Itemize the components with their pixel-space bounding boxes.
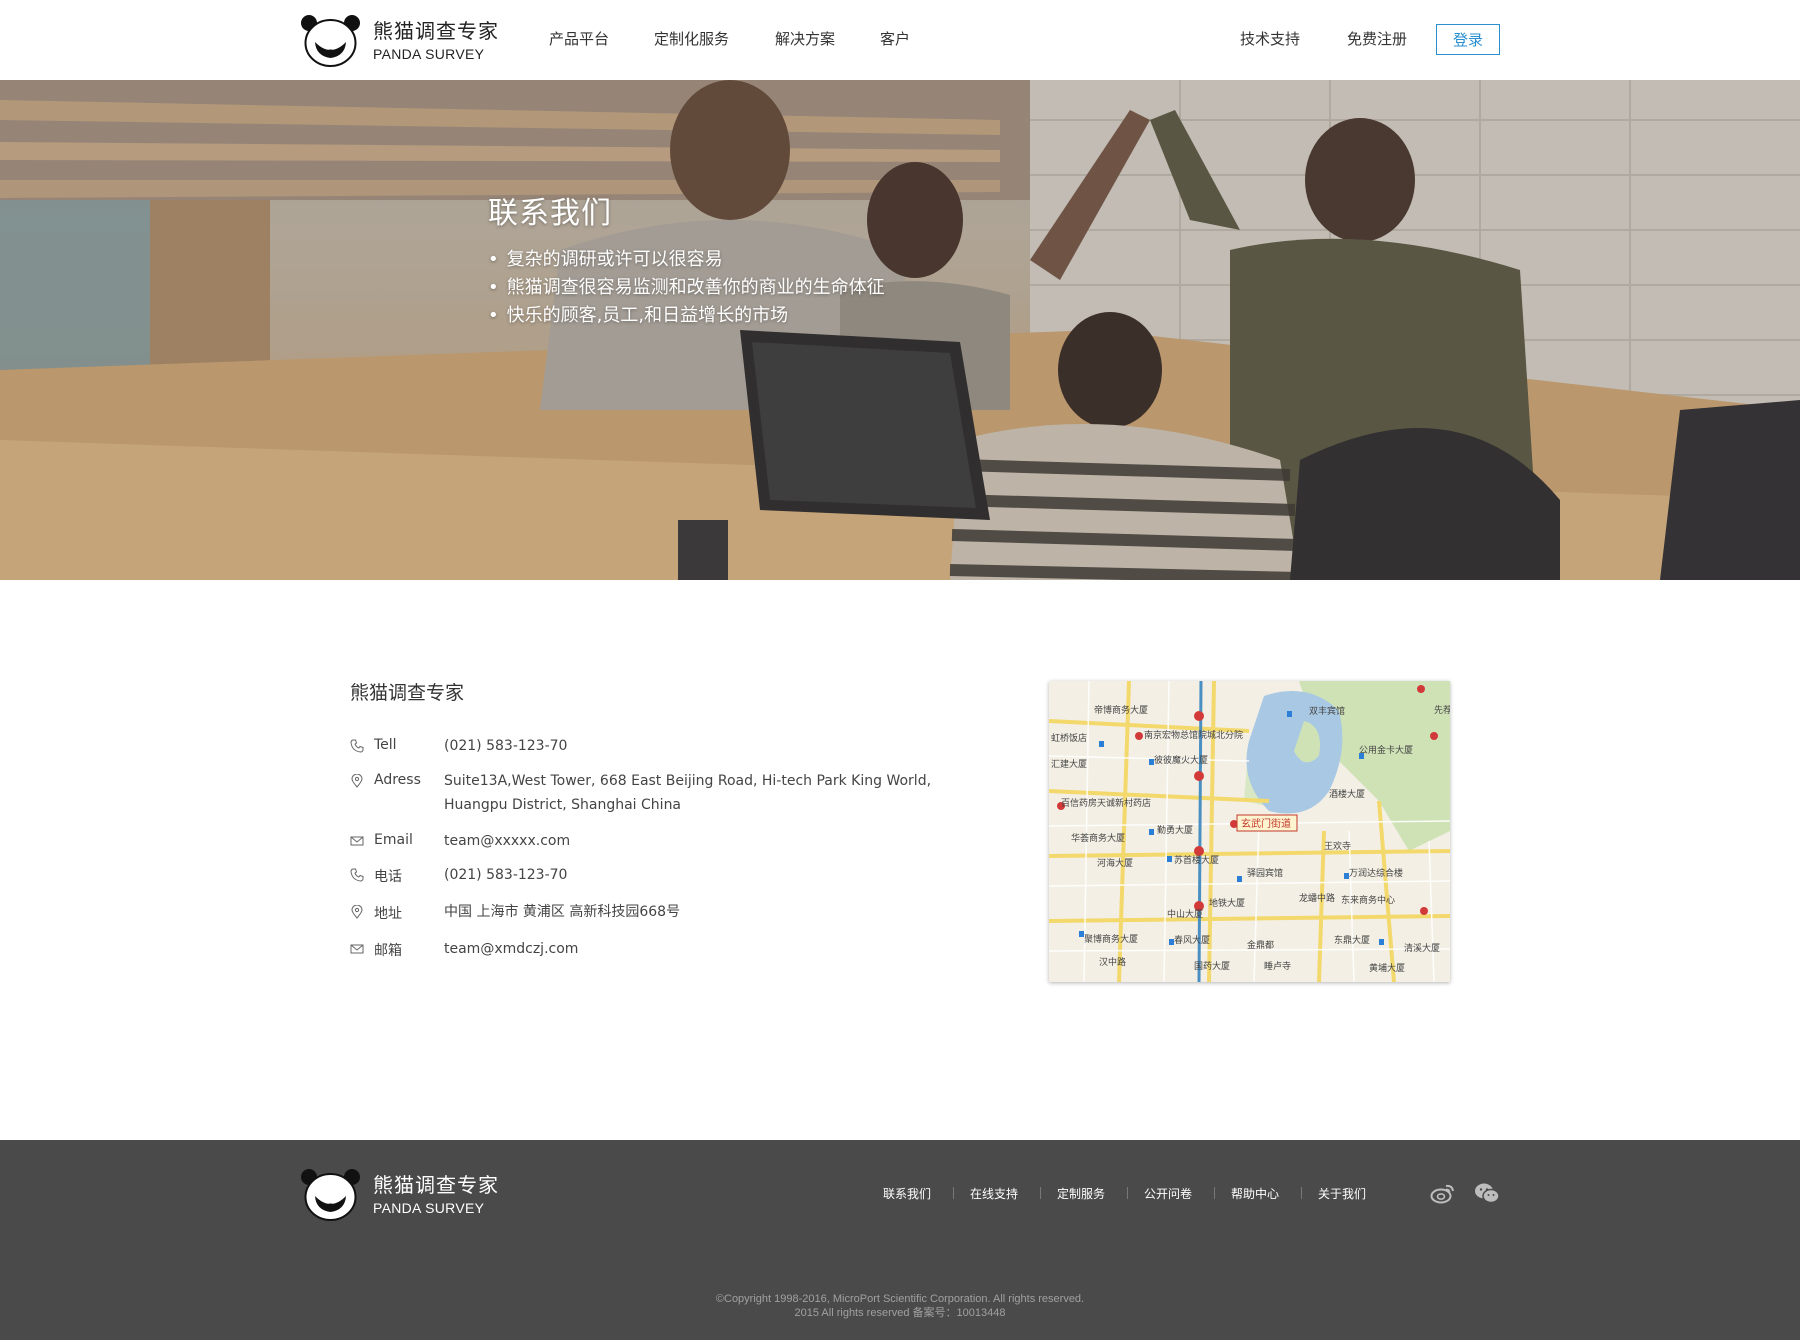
map-label: 酒楼大厦	[1329, 788, 1365, 800]
footer-brand-name-en: PANDA SURVEY	[373, 1200, 485, 1216]
contact-value: (021) 583-123-70	[444, 738, 568, 754]
brand-name-en: PANDA SURVEY	[373, 46, 485, 62]
mail-icon	[350, 944, 364, 954]
location-pin-icon	[351, 905, 363, 919]
map-label: 驿园宾馆	[1247, 867, 1283, 879]
contact-value: team@xxxxx.com	[444, 833, 571, 849]
map-label: 苏首楼大厦	[1174, 854, 1219, 866]
hero-background-image	[0, 80, 1800, 580]
hero-bullet: 快乐的顾客,员工,和日益增长的市场	[488, 302, 885, 330]
map-label: 清溪大厦	[1404, 942, 1440, 954]
address-line-1: Suite13A,West Tower, 668 East Beijing Ro…	[444, 773, 932, 789]
map-label: 河海大厦	[1097, 857, 1133, 869]
contact-label: Email	[374, 832, 413, 848]
map-label: 龙蟠中路	[1299, 892, 1335, 904]
map-label: 双丰宾馆	[1309, 705, 1345, 717]
contact-label: Tell	[374, 737, 397, 753]
brand-name-cn: 熊猫调查专家	[373, 19, 499, 43]
footer-divider	[1040, 1187, 1041, 1199]
contact-label: 地址	[374, 906, 402, 922]
wechat-icon[interactable]	[1474, 1182, 1500, 1204]
hero-bullet: 复杂的调研或许可以很容易	[488, 246, 885, 274]
nav-item-free-register[interactable]: 免费注册	[1347, 28, 1407, 49]
map-label: 地铁大厦	[1209, 897, 1245, 909]
weibo-icon[interactable]	[1430, 1182, 1456, 1204]
footer-link-custom-service[interactable]: 定制服务	[1057, 1185, 1105, 1202]
footer-brand-name-cn: 熊猫调查专家	[373, 1173, 499, 1197]
map-label: 虹桥饭店	[1051, 732, 1087, 744]
address-line-2: Huangpu District, Shanghai China	[444, 797, 682, 813]
mail-icon	[350, 836, 364, 846]
footer-brand-logo[interactable]: 熊猫调查专家 PANDA SURVEY	[299, 1168, 499, 1222]
panda-logo-icon	[301, 15, 360, 67]
contact-value-block: Suite13A,West Tower, 668 East Beijing Ro…	[444, 769, 944, 817]
hero-banner: 联系我们 复杂的调研或许可以很容易 熊猫调查很容易监测和改善你的商业的生命体征 …	[0, 80, 1800, 580]
location-pin-icon	[351, 774, 363, 788]
contact-value: team@xmdczj.com	[444, 941, 579, 957]
map-label: 公用金卡大厦	[1359, 744, 1413, 756]
map-highlight-label: 玄武门街道	[1241, 817, 1291, 830]
company-name: 熊猫调查专家	[350, 682, 465, 704]
contact-label: 邮箱	[374, 943, 402, 959]
map-label: 勤勇大厦	[1157, 824, 1193, 836]
map-label: 百信药房天诚新村药店	[1061, 797, 1151, 809]
contact-label: Adress	[374, 772, 421, 788]
map-label: 华荟商务大厦	[1071, 832, 1125, 844]
map-image: 帝博商务大厦 南京宏物总馆院城北分院 双丰宾馆 先荐 公用金卡大厦 虹桥饭店 汇…	[1049, 681, 1450, 982]
footer-divider	[1301, 1187, 1302, 1199]
login-button[interactable]: 登录	[1436, 24, 1500, 55]
panda-logo-icon	[301, 1169, 360, 1221]
map-label: 东鼎大厦	[1334, 934, 1370, 946]
contact-label: 电话	[374, 869, 402, 885]
contact-value: (021) 583-123-70	[444, 867, 568, 883]
nav-item-solutions[interactable]: 解决方案	[775, 28, 835, 49]
hero-bullet: 熊猫调查很容易监测和改善你的商业的生命体征	[488, 274, 885, 302]
copyright-line-1: ©Copyright 1998-2016, MicroPort Scientif…	[715, 1293, 1085, 1305]
footer-link-help-center[interactable]: 帮助中心	[1231, 1185, 1279, 1202]
phone-icon	[350, 868, 364, 882]
map-label: 汉中路	[1099, 956, 1126, 968]
map-label: 国药大厦	[1194, 960, 1230, 972]
footer-link-about[interactable]: 关于我们	[1318, 1185, 1366, 1202]
nav-item-tech-support[interactable]: 技术支持	[1240, 28, 1300, 49]
map-label: 东来商务中心	[1341, 894, 1395, 906]
map-label: 王欢寺	[1324, 840, 1351, 852]
hero-title: 联系我们	[488, 196, 612, 231]
map-label: 中山大厦	[1167, 908, 1203, 920]
nav-item-products[interactable]: 产品平台	[549, 28, 609, 49]
brand-logo[interactable]: 熊猫调查专家 PANDA SURVEY	[299, 14, 499, 68]
map-label: 聚博商务大厦	[1084, 933, 1138, 945]
map-label: 春风大厦	[1174, 934, 1210, 946]
map-label: 南京宏物总馆院城北分院	[1144, 729, 1243, 741]
copyright: ©Copyright 1998-2016, MicroPort Scientif…	[0, 1292, 1800, 1320]
copyright-line-2: 2015 All rights reserved 备案号：10013448	[794, 1307, 1006, 1319]
footer-divider	[1127, 1187, 1128, 1199]
footer-divider	[953, 1187, 954, 1199]
nav-item-customers[interactable]: 客户	[880, 28, 910, 49]
footer-link-contact[interactable]: 联系我们	[883, 1185, 931, 1202]
phone-icon	[350, 739, 364, 753]
footer-link-online-support[interactable]: 在线支持	[970, 1185, 1018, 1202]
footer: 熊猫调查专家 PANDA SURVEY 联系我们 在线支持 定制服务 公开问卷 …	[0, 1140, 1800, 1340]
map-label: 黄埔大厦	[1369, 962, 1405, 974]
map-label: 先荐	[1434, 704, 1450, 716]
map-label: 彼彼魔火大厦	[1154, 754, 1208, 766]
map-label: 金鼎都	[1247, 939, 1274, 951]
map-label: 睡卢寺	[1264, 960, 1291, 972]
nav-item-custom-service[interactable]: 定制化服务	[654, 28, 729, 49]
footer-link-public-survey[interactable]: 公开问卷	[1144, 1185, 1192, 1202]
map-label: 帝博商务大厦	[1094, 704, 1148, 716]
hero-bullet-list: 复杂的调研或许可以很容易 熊猫调查很容易监测和改善你的商业的生命体征 快乐的顾客…	[488, 246, 885, 330]
footer-divider	[1214, 1187, 1215, 1199]
map-label: 万润达综合楼	[1349, 867, 1403, 879]
location-map[interactable]: 帝博商务大厦 南京宏物总馆院城北分院 双丰宾馆 先荐 公用金卡大厦 虹桥饭店 汇…	[1049, 681, 1450, 982]
contact-value: 中国 上海市 黄浦区 高新科技园668号	[444, 904, 681, 920]
map-label: 汇建大厦	[1051, 758, 1087, 770]
page: 熊猫调查专家 PANDA SURVEY 产品平台 定制化服务 解决方案 客户 技…	[0, 0, 1800, 1340]
top-navbar: 熊猫调查专家 PANDA SURVEY 产品平台 定制化服务 解决方案 客户 技…	[0, 0, 1800, 80]
